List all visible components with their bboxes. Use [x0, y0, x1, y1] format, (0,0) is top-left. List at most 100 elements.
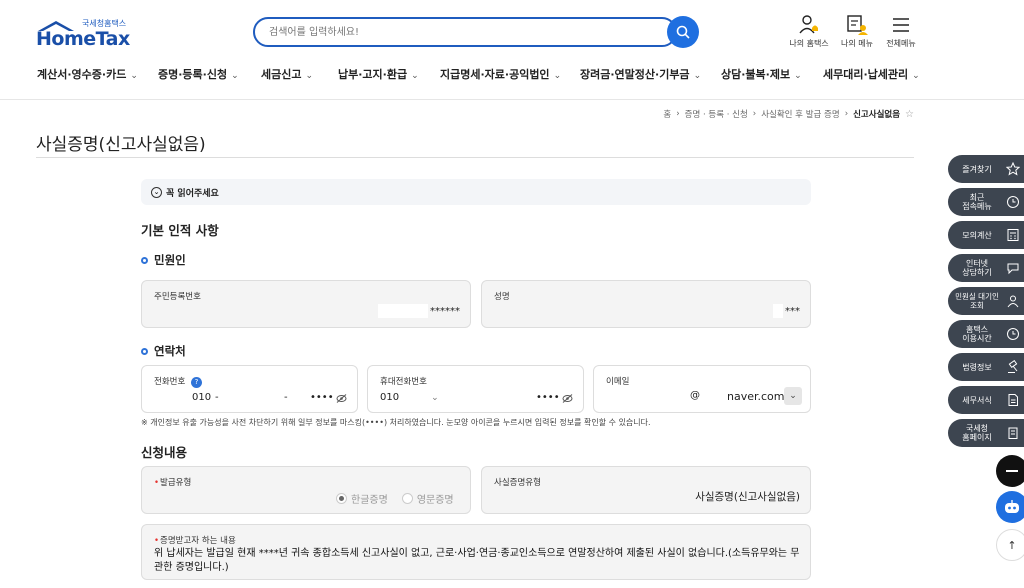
side-label: 인터넷 상담하기 [962, 259, 992, 277]
chat-icon [1007, 263, 1019, 275]
gnb-label: 세금신고 [261, 68, 302, 81]
gnb-payment-refund[interactable]: 납부·고지·환급 ⌄ [338, 66, 419, 82]
gnb-tax-return[interactable]: 세금신고 ⌄ [261, 66, 313, 82]
chevron-down-icon: ⌄ [231, 71, 239, 81]
masked-box [773, 304, 783, 318]
side-usage-hours[interactable]: 홈택스 이용시간 [948, 320, 1024, 348]
chevron-down-icon: ⌄ [794, 71, 802, 81]
chevron-circle-down-icon: ⌄ [151, 186, 162, 198]
side-label: 모의계산 [962, 230, 992, 240]
gnb-certificate-register[interactable]: 증명·등록·신청 ⌄ [158, 66, 239, 82]
chevron-down-icon: ⌄ [130, 71, 138, 81]
notice-toggle[interactable]: ⌄ 꼭 읽어주세요 [141, 179, 811, 205]
name-label: 성명 [494, 292, 510, 302]
email-domain-value[interactable]: naver.com [727, 390, 785, 403]
side-nts-homepage[interactable]: 국세청 홈페이지 [948, 419, 1024, 447]
gnb-label: 장려금·연말정산·기부금 [580, 68, 690, 81]
masked-box [378, 304, 428, 318]
eye-off-icon[interactable] [562, 394, 573, 403]
radio-dot [401, 493, 413, 504]
cert-type-label: 사실증명유형 [494, 478, 541, 488]
search-input[interactable] [255, 19, 635, 45]
breadcrumb-fact-check[interactable]: 사실확인 후 발급 증명 [761, 108, 840, 120]
gnb-consult-appeal[interactable]: 상담·불복·제보 ⌄ [721, 66, 802, 82]
phone-field: 전화번호 ? 010 - - •••• [141, 365, 358, 413]
collapse-side-button[interactable] [996, 455, 1024, 487]
phone-area-value[interactable]: 010 [192, 392, 211, 403]
logo-text: HomeTax [36, 28, 130, 50]
all-menu-button[interactable]: 전체메뉴 [876, 14, 926, 54]
side-label: 국세청 홈페이지 [962, 424, 992, 442]
gnb-invoice-receipt-card[interactable]: 계산서·영수증·카드 ⌄ [37, 66, 138, 82]
contact-heading-text: 연락처 [154, 344, 186, 358]
side-label: 세무서식 [962, 395, 992, 405]
eye-off-icon[interactable] [336, 394, 347, 403]
mobile-last-masked: •••• [536, 392, 560, 403]
radio-english[interactable]: 영문증명 [401, 491, 454, 506]
breadcrumb-home[interactable]: 홈 [663, 108, 671, 120]
gnb-payment-statement[interactable]: 지급명세·자료·공익법인 ⌄ [440, 66, 561, 82]
breadcrumb-certificate[interactable]: 증명 · 등록 · 신청 [685, 108, 748, 120]
star-outline-icon[interactable]: ☆ [905, 109, 914, 120]
name-mask: *** [785, 306, 800, 317]
side-recent-menu[interactable]: 최근 접속메뉴 [948, 188, 1024, 216]
mobile-area-select[interactable]: 010 ⌄ [380, 392, 439, 403]
hamburger-icon [893, 18, 909, 32]
email-domain-dropdown[interactable]: ⌄ [784, 387, 802, 405]
gnb-label: 지급명세·자료·공익법인 [440, 68, 550, 81]
gnb-tax-agent[interactable]: 세무대리·납세관리 ⌄ [823, 66, 920, 82]
contact-heading: 연락처 [141, 343, 186, 359]
email-label: 이메일 [606, 377, 630, 387]
hometax-logo[interactable]: 국세청홈택스 HomeTax [36, 16, 136, 50]
gnb-label: 세무대리·납세관리 [823, 68, 909, 81]
gnb-label: 계산서·영수증·카드 [37, 68, 127, 81]
phone-last-masked: •••• [310, 392, 334, 403]
breadcrumb: 홈 › 증명 · 등록 · 신청 › 사실확인 후 발급 증명 › 신고사실없음 ☆ [663, 108, 914, 121]
my-hometax-button[interactable]: 나의 홈택스 [784, 14, 834, 54]
side-favorites[interactable]: 즐겨찾기 [948, 155, 1024, 183]
email-at: @ [690, 390, 700, 401]
certify-content-label: •증명받고자 하는 내용 [154, 534, 236, 546]
my-menu-button[interactable]: 나의 메뉴 [832, 14, 882, 54]
my-menu-label: 나의 메뉴 [841, 39, 873, 48]
masking-note: ※ 개인정보 유출 가능성을 사전 차단하기 위해 일부 정보를 마스킹(•••… [141, 418, 651, 427]
chatbot-button[interactable] [996, 491, 1024, 523]
side-label: 홈택스 이용시간 [962, 325, 992, 343]
side-waiting-list[interactable]: 민원실 대기인 조회 [948, 287, 1024, 315]
resident-number-value: ****** [378, 304, 460, 318]
side-label: 즐겨찾기 [962, 164, 992, 174]
header: 국세청홈택스 HomeTax 나의 홈택스 나의 메뉴 [0, 0, 1024, 100]
radio-dot [336, 493, 347, 504]
notice-label: 꼭 읽어주세요 [166, 188, 219, 199]
breadcrumb-sep-icon: › [752, 109, 757, 119]
cert-type-value: 사실증명(신고사실없음) [695, 491, 800, 503]
required-mark: • [154, 536, 160, 546]
applicant-heading-text: 민원인 [154, 253, 186, 267]
side-label: 민원실 대기인 조회 [955, 292, 999, 310]
chevron-down-icon: ⌄ [912, 71, 920, 81]
side-law-info[interactable]: 법령정보 [948, 353, 1024, 381]
scroll-top-button[interactable]: ↑ [996, 529, 1024, 561]
certify-content-field: •증명받고자 하는 내용 위 납세자는 발급일 현재 ****년 귀속 종합소득… [141, 524, 811, 580]
resident-number-field: 주민등록번호 ****** [141, 280, 471, 328]
document-user-icon [847, 15, 868, 35]
radio-english-label: 영문증명 [416, 495, 454, 506]
name-value: *** [773, 304, 800, 318]
name-field: 성명 *** [481, 280, 811, 328]
phone-label: 전화번호 ? [154, 375, 202, 388]
help-badge-icon[interactable]: ? [190, 377, 202, 388]
breadcrumb-sep-icon: › [676, 109, 680, 119]
chevron-down-icon: ⌄ [553, 71, 562, 81]
side-label: 법령정보 [962, 362, 992, 372]
issue-type-label: •발급유형 [154, 476, 191, 488]
cert-type-field: 사실증명유형 사실증명(신고사실없음) [481, 466, 811, 514]
gnb-incentive-yearend[interactable]: 장려금·연말정산·기부금 ⌄ [580, 66, 701, 82]
mobile-area-value: 010 [380, 392, 400, 403]
side-tax-forms[interactable]: 세무서식 [948, 386, 1024, 414]
search-button[interactable] [667, 16, 699, 48]
side-simulation[interactable]: 모의계산 [948, 221, 1024, 249]
star-icon [1006, 162, 1020, 176]
chevron-down-icon: ⌄ [411, 71, 419, 81]
radio-korean[interactable]: 한글증명 [336, 491, 388, 506]
side-online-consult[interactable]: 인터넷 상담하기 [948, 254, 1024, 282]
